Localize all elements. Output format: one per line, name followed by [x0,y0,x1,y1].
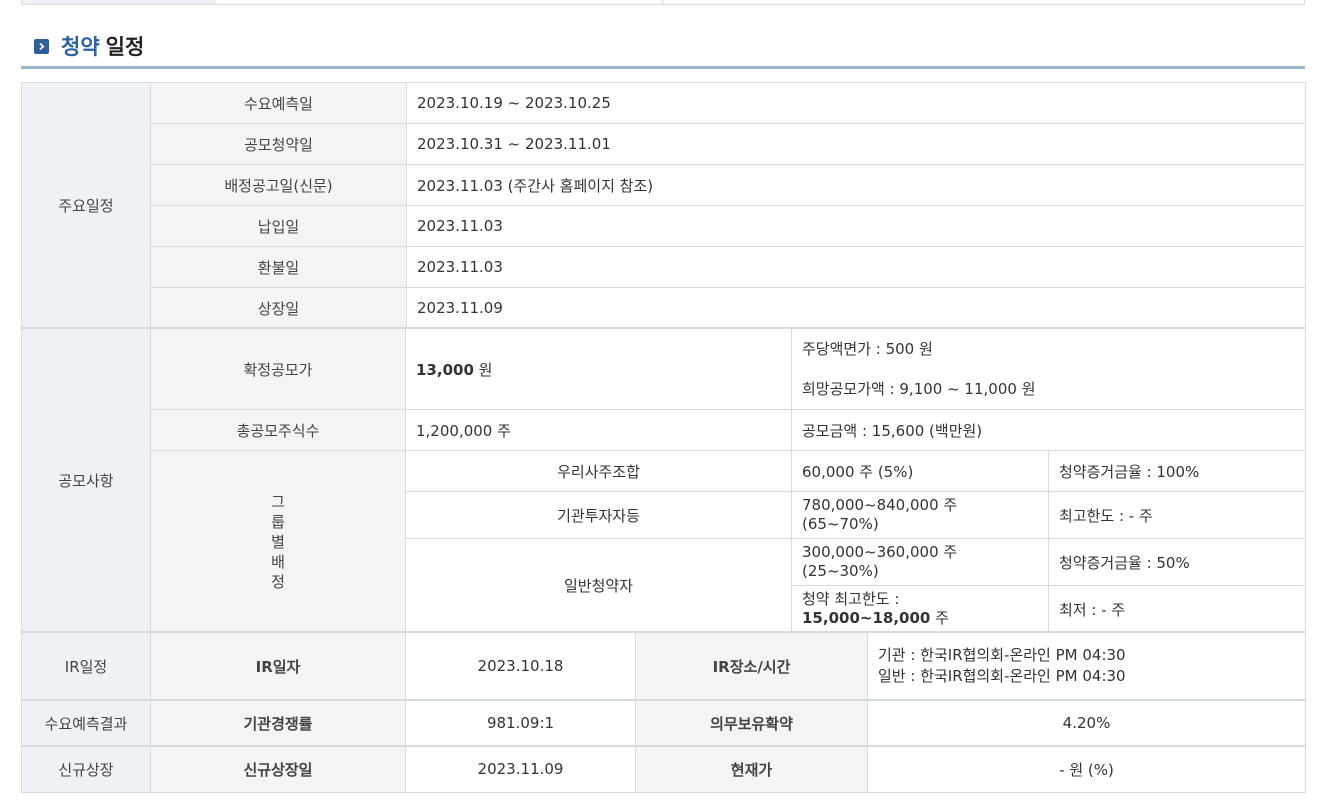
table-row: 배정공고일(신문) 2023.11.03 (주간사 홈페이지 참조) [22,164,1306,206]
schedule-table: 주요일정 수요예측일 2023.10.19 ~ 2023.10.25 공모청약일… [21,82,1306,329]
schedule-value: 2023.11.03 [406,246,1306,288]
table-row: 상장일 2023.11.09 [22,287,1306,329]
ir-date-value: 2023.10.18 [405,631,636,701]
ir-place-line-1: 기관 : 한국IR협의회-온라인 PM 04:30 [878,646,1126,664]
schedule-label: 환불일 [150,246,407,288]
schedule-label: 수요예측일 [150,82,407,124]
lockup-label: 의무보유확약 [635,699,868,747]
table-row: 납입일 2023.11.03 [22,205,1306,247]
table-row: IR일정 IR일자 2023.10.18 IR장소/시간 기관 : 한국IR협의… [21,631,1306,701]
competition-label: 기관경쟁률 [150,699,406,747]
offering-group-label: 공모사항 [21,327,151,633]
ir-place-cell: 기관 : 한국IR협의회-온라인 PM 04:30 일반 : 한국IR협의회-온… [867,631,1306,701]
table-row: 총공모주식수 1,200,000 주 공모금액 : 15,600 (백만원) [22,409,1306,451]
listing-date-value: 2023.11.09 [405,745,636,793]
table-row: 환불일 2023.11.03 [22,246,1306,288]
institution-label: 기관투자자등 [405,491,792,539]
previous-table-bottom [21,0,1305,5]
schedule-label: 납입일 [150,205,407,247]
title-divider [21,66,1305,69]
listing-date-label: 신규상장일 [150,745,406,793]
schedule-value: 2023.10.31 ~ 2023.11.01 [406,123,1306,165]
vertical-char: 정 [271,572,285,591]
retail-limit-value: 15,000~18,000 [802,609,931,627]
retail-limit-line: 15,000~18,000 주 [802,609,1038,628]
esop-note: 청약증거금율 : 100% [1048,450,1306,492]
table-row: 수요예측결과 기관경쟁률 981.09:1 의무보유확약 4.20% [21,699,1306,747]
demand-group-label: 수요예측결과 [21,699,151,747]
section-heading: 청약 일정 [34,31,144,61]
retail-limit-cell: 청약 최고한도 : 15,000~18,000 주 [791,585,1049,633]
price-unit: 원 [473,360,493,379]
institution-note: 최고한도 : - 주 [1048,491,1306,539]
offering-table: 공모사항 확정공모가 13,000 원 주당액면가 : 500 원 희망공모가액… [21,327,1306,633]
retail-limit-unit: 주 [930,609,949,627]
esop-shares: 60,000 주 (5%) [791,450,1049,492]
schedule-label: 공모청약일 [150,123,407,165]
table-row: 주요일정 수요예측일 2023.10.19 ~ 2023.10.25 [21,82,1306,329]
retail-limit-prefix: 청약 최고한도 : [802,590,900,608]
schedule-value: 2023.11.03 (주간사 홈페이지 참조) [406,164,1306,206]
shares-value: 1,200,000 주 [405,409,792,451]
lockup-value: 4.20% [867,699,1306,747]
section-title-highlight: 청약 [61,35,100,59]
competition-value: 981.09:1 [405,699,636,747]
retail-label: 일반청약자 [405,538,792,633]
offering-amount: 공모금액 : 15,600 (백만원) [791,409,1306,451]
current-price-value: - 원 (%) [867,745,1306,793]
schedule-group-label: 주요일정 [21,82,151,329]
table-row: 공모사항 확정공모가 13,000 원 주당액면가 : 500 원 희망공모가액… [21,327,1306,633]
vertical-char: 배 [271,552,285,571]
schedule-value: 2023.11.09 [406,287,1306,329]
previous-table-cell [22,0,215,4]
vertical-char: 별 [271,532,285,551]
chevron-right-icon [34,38,49,54]
schedule-label: 배정공고일(신문) [150,164,407,206]
esop-label: 우리사주조합 [405,450,792,492]
retail-min-note: 최저 : - 주 [1048,585,1306,633]
section-title-rest: 일정 [105,35,145,59]
ir-place-line-2: 일반 : 한국IR협의회-온라인 PM 04:30 [878,667,1126,685]
table-row: 공모청약일 2023.10.31 ~ 2023.11.01 [22,123,1306,165]
retail-shares: 300,000~360,000 주 (25~30%) [791,538,1049,586]
institution-shares: 780,000~840,000 주 (65~70%) [791,491,1049,539]
price-label: 확정공모가 [150,327,406,410]
price-value-cell: 13,000 원 [405,327,792,410]
ir-listing-table: IR일정 IR일자 2023.10.18 IR장소/시간 기관 : 한국IR협의… [21,631,1306,793]
vertical-char: 그 [271,492,285,511]
table-row: 신규상장 신규상장일 2023.11.09 현재가 - 원 (%) [21,745,1306,793]
listing-group-label: 신규상장 [21,745,151,793]
table-row: 그 룹 별 배 정 우리사주조합 60,000 주 (5%) 청약증거금율 : … [22,450,1306,633]
schedule-value: 2023.10.19 ~ 2023.10.25 [406,82,1306,124]
schedule-value: 2023.11.03 [406,205,1306,247]
price-details-cell: 주당액면가 : 500 원 희망공모가액 : 9,100 ~ 11,000 원 [791,327,1306,410]
desired-price: 희망공모가액 : 9,100 ~ 11,000 원 [802,380,1036,398]
ir-date-label: IR일자 [150,631,406,701]
shares-label: 총공모주식수 [150,409,406,451]
previous-table-cell [215,0,663,4]
retail-note: 청약증거금율 : 50% [1048,538,1306,586]
ir-place-label: IR장소/시간 [635,631,868,701]
price-value: 13,000 [416,360,474,379]
schedule-label: 상장일 [150,287,407,329]
current-price-label: 현재가 [635,745,868,793]
vertical-char: 룹 [271,512,285,531]
ir-group-label: IR일정 [21,631,151,701]
par-value: 주당액면가 : 500 원 [802,340,933,358]
group-allocation-label: 그 룹 별 배 정 [150,450,406,633]
